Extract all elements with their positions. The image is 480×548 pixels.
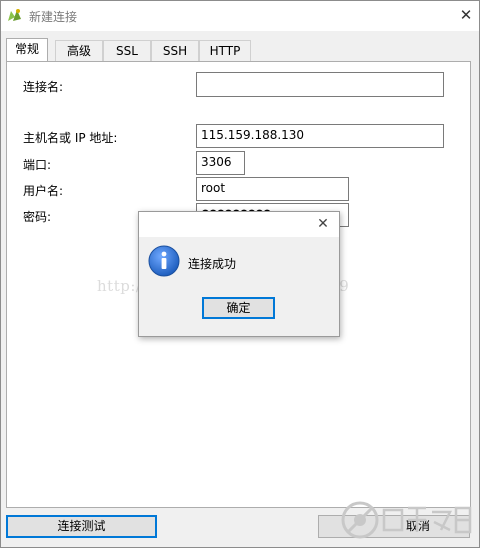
host-label: 主机名或 IP 地址: (23, 131, 118, 145)
test-connection-button[interactable]: 连接测试 (6, 515, 157, 538)
connection-name-input[interactable] (196, 72, 444, 97)
title-bar: 新建连接 ✕ (1, 1, 479, 31)
success-dialog: ✕ 连接成功 确定 (138, 211, 340, 337)
username-label: 用户名: (23, 184, 64, 198)
tab-ssh[interactable]: SSH (151, 40, 199, 61)
close-icon[interactable]: ✕ (315, 216, 331, 232)
info-icon (148, 245, 180, 277)
ok-button[interactable]: 确定 (202, 297, 275, 319)
password-label: 密码: (23, 210, 52, 224)
host-input[interactable]: 115.159.188.130 (196, 124, 444, 148)
tab-general[interactable]: 常规 (6, 38, 48, 61)
brand-logo (341, 501, 472, 539)
tab-ssl[interactable]: SSL (103, 40, 151, 61)
close-icon[interactable]: ✕ (457, 6, 475, 24)
window-title: 新建连接 (29, 10, 78, 24)
tab-advanced[interactable]: 高级 (55, 40, 103, 61)
tab-http[interactable]: HTTP (199, 40, 251, 61)
port-input[interactable]: 3306 (196, 151, 245, 175)
connection-name-label: 连接名: (23, 80, 64, 94)
app-icon (8, 9, 21, 21)
port-label: 端口: (23, 158, 52, 172)
dialog-message: 连接成功 (188, 257, 237, 271)
dialog-title-bar: ✕ (139, 212, 339, 237)
username-input[interactable]: root (196, 177, 349, 201)
